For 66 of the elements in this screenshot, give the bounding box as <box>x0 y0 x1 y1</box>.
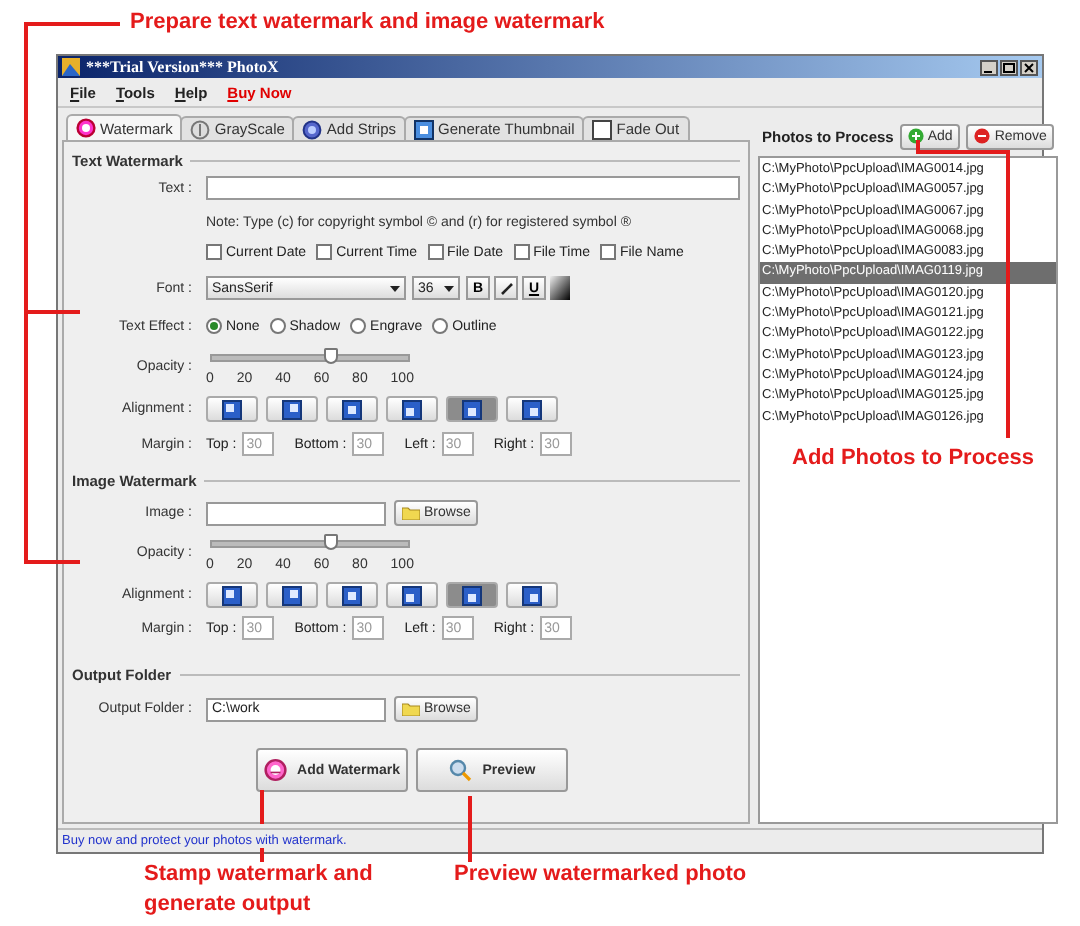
minimize-icon[interactable] <box>980 59 998 75</box>
text-input-field[interactable] <box>206 176 740 200</box>
checkbox[interactable] <box>513 244 530 260</box>
color-picker-icon[interactable] <box>550 276 570 300</box>
pen-icon <box>499 281 513 295</box>
callout-text: Prepare text watermark and image watermark <box>130 8 605 38</box>
alignment-icon <box>342 585 362 605</box>
radio-button[interactable] <box>206 318 222 334</box>
folder-icon <box>402 506 420 520</box>
alignment-icon <box>222 585 242 605</box>
callout-text: Add Photos to Process <box>792 444 1035 474</box>
minus-icon <box>974 128 991 144</box>
tab-icon <box>190 119 211 139</box>
image-path-field[interactable] <box>206 501 386 525</box>
checkbox[interactable] <box>316 244 333 260</box>
alignment-icon <box>342 399 362 419</box>
alignment-button[interactable] <box>326 396 378 422</box>
alignment-icon <box>462 399 482 419</box>
leader-line <box>468 796 472 862</box>
alignment-icon <box>282 585 302 605</box>
stamp-icon <box>264 756 288 784</box>
slider-thumb[interactable] <box>324 348 338 364</box>
opacity-slider-track[interactable] <box>210 348 410 364</box>
alignment-button[interactable] <box>506 582 558 608</box>
alignment-button[interactable] <box>446 396 498 422</box>
tab-icon <box>414 119 435 139</box>
slider-thumb[interactable] <box>324 534 338 550</box>
radio-button[interactable] <box>269 318 286 334</box>
italic-button[interactable] <box>494 276 518 300</box>
checkbox[interactable] <box>206 244 222 260</box>
radio-button[interactable] <box>432 318 449 334</box>
alignment-button[interactable] <box>206 396 258 422</box>
plus-icon <box>907 128 924 144</box>
alignment-button[interactable] <box>386 396 438 422</box>
radio-button[interactable] <box>350 318 367 334</box>
search-icon <box>448 758 473 782</box>
alignment-button[interactable] <box>326 582 378 608</box>
close-icon[interactable] <box>1020 59 1038 75</box>
alignment-button[interactable] <box>266 396 318 422</box>
alignment-button[interactable] <box>266 582 318 608</box>
alignment-button[interactable] <box>506 396 558 422</box>
checkbox[interactable] <box>599 244 616 260</box>
alignment-icon <box>222 399 242 419</box>
folder-icon <box>402 702 420 716</box>
alignment-icon <box>402 399 422 419</box>
alignment-icon <box>282 399 302 419</box>
tab-icon <box>592 119 613 139</box>
opacity-slider-track[interactable] <box>210 534 410 550</box>
checkbox[interactable] <box>427 244 444 260</box>
alignment-icon <box>402 585 422 605</box>
maximize-icon[interactable] <box>1000 59 1018 75</box>
alignment-icon <box>522 399 542 419</box>
alignment-button[interactable] <box>446 582 498 608</box>
dropdown-arrow-icon <box>444 285 454 291</box>
tab-icon <box>76 118 96 138</box>
app-icon <box>62 58 80 76</box>
callout-text: Preview watermarked photo <box>454 860 747 890</box>
alignment-icon <box>462 585 482 605</box>
alignment-icon <box>522 585 542 605</box>
alignment-button[interactable] <box>206 582 258 608</box>
alignment-button[interactable] <box>386 582 438 608</box>
window-title: ***Trial Version*** PhotoX <box>86 58 281 76</box>
leader-line <box>260 788 264 864</box>
callout-text: Stamp watermark and generate output <box>144 860 375 920</box>
dropdown-arrow-icon <box>390 285 400 291</box>
tab-icon <box>302 119 323 139</box>
